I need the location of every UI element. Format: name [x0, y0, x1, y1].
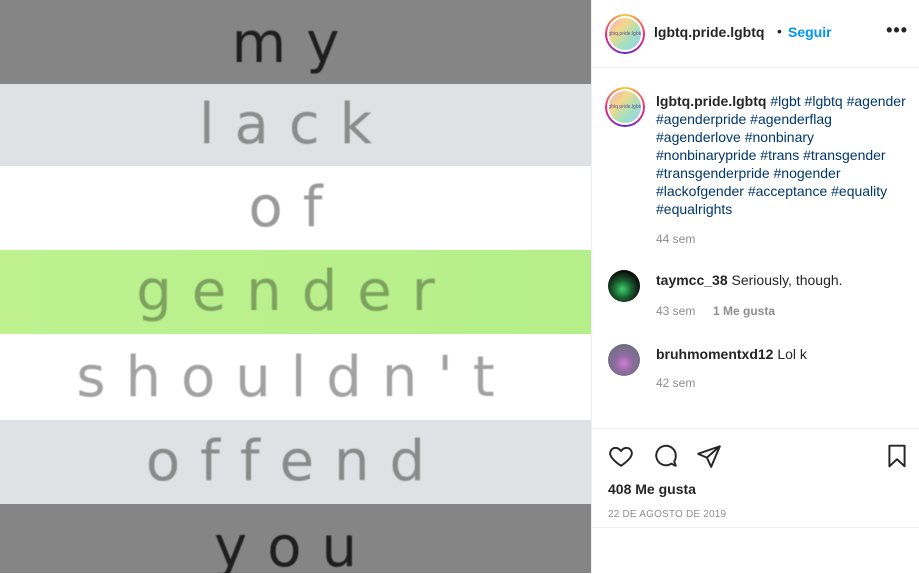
comment-avatar[interactable]	[608, 344, 640, 376]
header-username[interactable]: lgbtq.pride.lgbtq	[654, 24, 764, 40]
caption-time[interactable]: 44 sem	[656, 232, 695, 246]
comment-icon[interactable]	[653, 443, 679, 469]
image-word-gender: gender	[136, 259, 455, 324]
comment-avatar[interactable]	[608, 270, 640, 302]
bookmark-icon[interactable]	[884, 443, 910, 469]
comment-2: bruhmomentxd12 Lol k	[656, 345, 914, 363]
comment-1-likes[interactable]: 1 Me gusta	[713, 304, 775, 318]
likes-count[interactable]: 408 Me gusta	[608, 481, 696, 497]
caption-avatar[interactable]: lgbtq.pride.lgbtq	[605, 87, 645, 127]
comment-2-text: Lol k	[777, 346, 807, 362]
caption-hashtags[interactable]: #lgbt #lgbtq #agender #agenderpride #age…	[656, 93, 906, 217]
post-side-panel: lgbtq.pride.lgbtq lgbtq.pride.lgbtq • Se…	[591, 0, 919, 573]
caption: lgbtq.pride.lgbtq #lgbt #lgbtq #agender …	[656, 92, 914, 218]
post-actions: 408 Me gusta 22 DE AGOSTO DE 2019	[592, 428, 919, 574]
separator-dot: •	[777, 23, 782, 39]
post-image[interactable]: my lack of gender shouldn't offend you	[0, 0, 591, 573]
image-word-you: you	[214, 515, 377, 574]
image-word-my: my	[231, 11, 360, 76]
avatar-image: lgbtq.pride.lgbtq	[607, 16, 643, 52]
image-word-of: of	[248, 175, 343, 240]
avatar[interactable]: lgbtq.pride.lgbtq	[605, 14, 645, 54]
post-header: lgbtq.pride.lgbtq lgbtq.pride.lgbtq • Se…	[592, 0, 919, 68]
more-options-icon[interactable]: •••	[886, 20, 908, 41]
image-word-offend: offend	[145, 429, 446, 494]
comment-1-text: Seriously, though.	[731, 272, 843, 288]
image-word-lack: lack	[198, 92, 393, 157]
caption-avatar-image: lgbtq.pride.lgbtq	[607, 89, 643, 125]
caption-username[interactable]: lgbtq.pride.lgbtq	[656, 93, 766, 109]
follow-button[interactable]: Seguir	[788, 24, 832, 40]
heart-icon[interactable]	[608, 443, 634, 469]
comment-1: taymcc_38 Seriously, though.	[656, 271, 914, 289]
post-date[interactable]: 22 DE AGOSTO DE 2019	[608, 509, 726, 520]
comment-1-time[interactable]: 43 sem	[656, 304, 695, 318]
comment-2-username[interactable]: bruhmomentxd12	[656, 346, 773, 362]
divider	[592, 527, 919, 528]
comment-2-time[interactable]: 42 sem	[656, 376, 695, 390]
image-word-shouldnt: shouldn't	[76, 345, 515, 410]
comment-1-username[interactable]: taymcc_38	[656, 272, 728, 288]
share-icon[interactable]	[696, 443, 722, 469]
